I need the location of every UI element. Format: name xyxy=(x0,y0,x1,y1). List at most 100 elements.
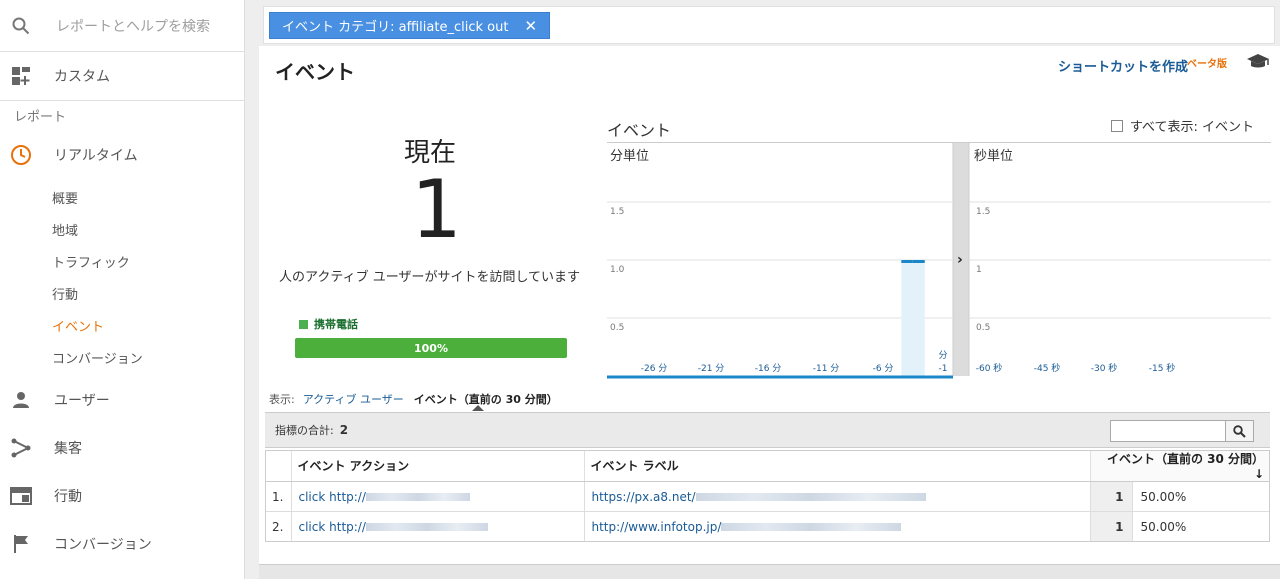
sidebar-subitem-events[interactable]: イベント xyxy=(0,312,244,344)
sidebar-item-label: リアルタイム xyxy=(54,148,138,164)
caret-up-icon xyxy=(471,405,484,411)
filter-bar: イベント カテゴリ: affiliate_click out ✕ xyxy=(263,6,1275,44)
chart-title: イベント xyxy=(607,121,672,140)
active-users-count: 1 xyxy=(411,163,462,256)
behavior-icon xyxy=(10,485,32,507)
second-y-tick: 1.5 xyxy=(976,207,990,217)
sidebar-subitem-conversions[interactable]: コンバージョン xyxy=(0,344,244,376)
minute-bar xyxy=(912,260,925,263)
minute-bar-bg xyxy=(912,260,925,376)
view-current-tab[interactable]: イベント（直前の 30 分間） xyxy=(413,391,558,411)
filter-chip[interactable]: イベント カテゴリ: affiliate_click out ✕ xyxy=(269,12,551,39)
events-table: イベント アクション イベント ラベル イベント（直前の 30 分間） ↓ 1.… xyxy=(265,450,1270,542)
row-count: 1 xyxy=(1089,481,1132,512)
device-share-label: 100% xyxy=(414,341,448,355)
create-shortcut-link[interactable]: ショートカットを作成 xyxy=(1058,56,1188,75)
sidebar-item-audience[interactable]: ユーザー xyxy=(0,376,244,424)
row-percent: 50.00% xyxy=(1131,511,1270,542)
minute-x-tick: -16 分 xyxy=(755,363,782,374)
graduation-cap-icon[interactable] xyxy=(1246,52,1270,74)
minute-x-tick: -6 分 xyxy=(873,363,894,374)
view-selector: 表示: アクティブ ユーザー イベント（直前の 30 分間） xyxy=(269,391,558,411)
search-placeholder: レポートとヘルプを検索 xyxy=(56,18,210,35)
realtime-chart: 分単位 秒単位 1.5 1.5 1.0 1 0.5 0.5 -26 分 -21 分 -16 分 -11… xyxy=(607,142,1271,379)
view-current-label: イベント（直前の 30 分間） xyxy=(413,393,558,406)
row-index: 1. xyxy=(265,481,291,512)
second-x-tick: -45 秒 xyxy=(1034,362,1061,374)
row-count: 1 xyxy=(1089,511,1132,542)
second-x-tick: -30 秒 xyxy=(1091,362,1118,374)
analytics-app: レポートとヘルプを検索 カスタム レポート リアルタイム 概要 地域 トラフィッ… xyxy=(0,0,1280,579)
redacted-text xyxy=(365,523,488,531)
minute-panel-title: 分単位 xyxy=(610,148,649,164)
col-event-label[interactable]: イベント ラベル xyxy=(583,450,1090,482)
sidebar-item-custom[interactable]: カスタム xyxy=(0,52,244,100)
dashboard-icon xyxy=(10,65,32,87)
row-label: https://px.a8.net/ xyxy=(591,489,696,504)
row-index: 2. xyxy=(265,511,291,542)
person-icon xyxy=(10,389,32,411)
row-label: http://www.infotop.jp/ xyxy=(591,519,722,534)
search-icon xyxy=(10,15,32,37)
show-all-toggle[interactable]: すべて表示: イベント xyxy=(1110,116,1254,135)
table-search-button[interactable] xyxy=(1225,421,1253,441)
sidebar-search[interactable]: レポートとヘルプを検索 xyxy=(0,0,244,52)
metric-summary: 指標の合計: 2 xyxy=(265,412,1270,448)
close-icon[interactable]: ✕ xyxy=(524,17,537,35)
legend-swatch xyxy=(299,319,308,329)
redacted-text xyxy=(721,523,902,531)
sidebar-subitem-behavior[interactable]: 行動 xyxy=(0,280,244,312)
search-icon xyxy=(1233,424,1246,438)
sidebar-item-realtime[interactable]: リアルタイム xyxy=(0,134,244,176)
sidebar-subitem-locations[interactable]: 地域 xyxy=(0,216,244,248)
active-users-description: 人のアクティブ ユーザーがサイトを訪問しています xyxy=(279,270,581,285)
row-action: click http:// xyxy=(298,489,366,504)
reports-section-header: レポート xyxy=(0,100,244,134)
sidebar: レポートとヘルプを検索 カスタム レポート リアルタイム 概要 地域 トラフィッ… xyxy=(0,0,245,579)
show-all-checkbox[interactable] xyxy=(1110,119,1123,132)
table-search-input[interactable] xyxy=(1110,420,1254,442)
device-legend: 携帯電話 xyxy=(299,316,358,332)
clock-icon xyxy=(10,144,32,166)
minute-y-tick: 1.5 xyxy=(610,207,624,217)
report-panel: イベント ショートカットを作成 ベータ版 現在 1 人のアクティブ ユーザーがサ… xyxy=(259,46,1280,566)
minute-y-tick: 1.0 xyxy=(610,265,625,275)
show-all-label: すべて表示: イベント xyxy=(1129,120,1254,135)
sort-down-icon: ↓ xyxy=(1253,467,1264,481)
summary-label: 指標の合計: xyxy=(275,424,334,437)
row-label-cell[interactable]: http://www.infotop.jp/ xyxy=(583,511,1090,542)
col-event-count[interactable]: イベント（直前の 30 分間） ↓ xyxy=(1089,450,1270,482)
row-action: click http:// xyxy=(298,519,366,534)
sidebar-subitem-overview[interactable]: 概要 xyxy=(0,184,244,216)
second-panel-title: 秒単位 xyxy=(974,148,1013,164)
filter-chip-label: イベント カテゴリ: affiliate_click out xyxy=(282,20,509,35)
row-action-cell[interactable]: click http:// xyxy=(290,481,584,512)
chevron-right-icon: › xyxy=(957,252,963,268)
acquisition-icon xyxy=(10,437,32,459)
table-row: 2. click http:// http://www.infotop.jp/ … xyxy=(265,511,1270,542)
sidebar-item-behavior[interactable]: 行動 xyxy=(0,472,244,520)
page-title: イベント xyxy=(275,60,355,84)
minute-y-tick: 0.5 xyxy=(610,323,624,333)
minute-x-tick: -11 分 xyxy=(813,363,840,374)
index-header xyxy=(265,450,291,482)
sidebar-item-label: コンバージョン xyxy=(54,537,152,553)
row-action-cell[interactable]: click http:// xyxy=(290,511,584,542)
summary-value: 2 xyxy=(339,423,349,437)
row-label-cell[interactable]: https://px.a8.net/ xyxy=(583,481,1090,512)
table-header-row: イベント アクション イベント ラベル イベント（直前の 30 分間） ↓ xyxy=(265,450,1270,482)
second-x-tick: -15 秒 xyxy=(1149,362,1176,374)
beta-badge: ベータ版 xyxy=(1187,59,1227,70)
second-y-tick: 0.5 xyxy=(976,323,990,333)
col-event-action[interactable]: イベント アクション xyxy=(290,450,584,482)
redacted-text xyxy=(365,493,470,501)
second-y-tick: 1 xyxy=(976,265,982,275)
minute-x-tick: 分 xyxy=(938,350,947,361)
legend-label: 携帯電話 xyxy=(314,318,358,331)
sidebar-subitem-traffic[interactable]: トラフィック xyxy=(0,248,244,280)
view-active-users-link[interactable]: アクティブ ユーザー xyxy=(303,391,404,407)
col-event-count-label: イベント（直前の 30 分間） xyxy=(1106,452,1264,466)
sidebar-item-acquisition[interactable]: 集客 xyxy=(0,424,244,472)
sidebar-item-conversions[interactable]: コンバージョン xyxy=(0,520,244,568)
view-label: 表示: xyxy=(269,393,295,406)
